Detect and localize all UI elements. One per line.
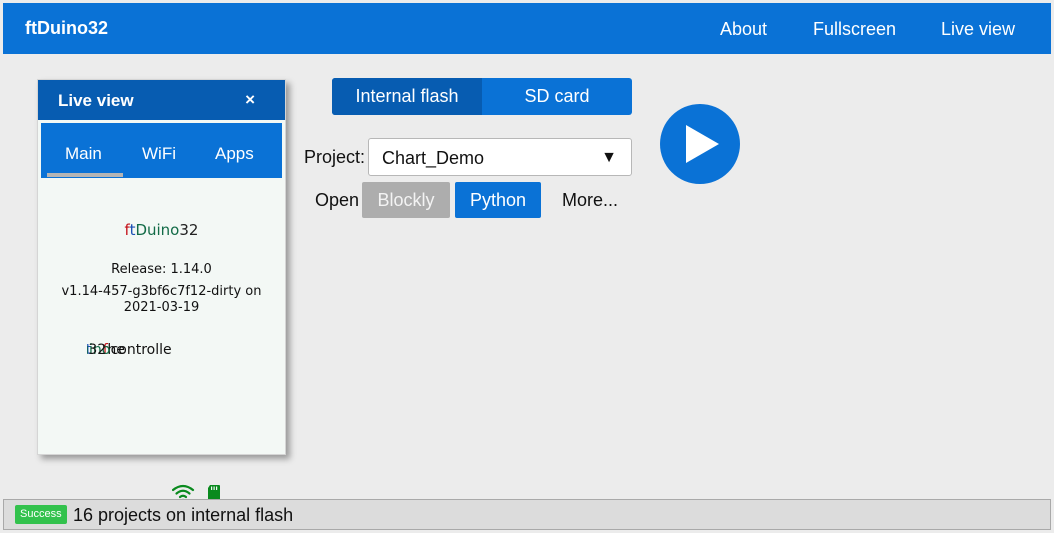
run-button[interactable] xyxy=(660,104,740,184)
play-icon xyxy=(686,125,719,163)
release-text: Release: 1.14.0 xyxy=(111,262,212,277)
storage-selector: Internal flash SD card xyxy=(332,78,632,115)
open-label: Open xyxy=(315,190,360,210)
active-tab-indicator xyxy=(47,173,123,177)
live-view-title: Live view xyxy=(58,91,134,110)
chevron-down-icon: ▼ xyxy=(601,149,617,166)
nav-fullscreen[interactable]: Fullscreen xyxy=(813,19,896,40)
brand-title: ftDuino32 xyxy=(25,18,108,38)
more-button[interactable]: More... xyxy=(562,190,618,211)
sd-card-icon xyxy=(208,485,220,500)
status-bar: Success 16 projects on internal flash xyxy=(3,499,1051,530)
tab-apps[interactable]: Apps xyxy=(215,144,254,164)
tab-internal-flash[interactable]: Internal flash xyxy=(332,78,482,115)
nav-live-view[interactable]: Live view xyxy=(941,19,1015,40)
live-view-tabs: Main WiFi Apps xyxy=(41,123,282,178)
live-view-panel: Live view × Main WiFi Apps ftDuino32 Rel… xyxy=(37,79,286,502)
close-icon[interactable]: × xyxy=(245,90,255,110)
tab-main[interactable]: Main xyxy=(65,144,102,164)
project-label: Project: xyxy=(304,147,366,167)
open-python-button[interactable]: Python xyxy=(455,182,541,218)
live-view-content: ftDuino32 Release: 1.14.0 v1.14-457-g3bf… xyxy=(41,178,282,502)
tab-wifi[interactable]: WiFi xyxy=(142,144,176,164)
open-blockly-button[interactable]: Blockly xyxy=(362,182,450,218)
nav-about[interactable]: About xyxy=(720,19,767,40)
project-select-value: Chart_Demo xyxy=(382,148,485,168)
status-badge: Success xyxy=(15,505,67,524)
scrolling-marquee: he ftDuino32 controlle xyxy=(87,342,172,358)
version-text: v1.14-457-g3bf6c7f12-dirty on 2021-03-19 xyxy=(61,284,262,315)
live-view-header: Live view × xyxy=(38,80,285,120)
ftduino-logo: ftDuino32 xyxy=(124,221,199,239)
status-message: 16 projects on internal flash xyxy=(73,505,294,525)
tab-sd-card[interactable]: SD card xyxy=(482,78,632,115)
top-navbar: ftDuino32 About Fullscreen Live view xyxy=(3,3,1051,54)
project-select[interactable]: Chart_Demo ▼ xyxy=(368,138,632,176)
